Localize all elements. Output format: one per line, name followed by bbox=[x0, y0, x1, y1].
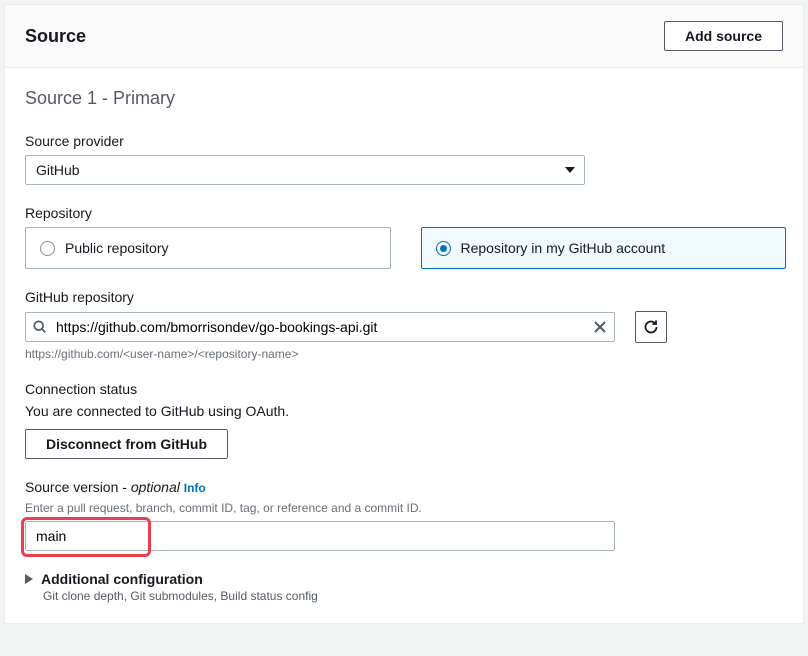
github-repository-input[interactable] bbox=[25, 312, 615, 342]
source-provider-label: Source provider bbox=[25, 133, 783, 149]
panel-title: Source bbox=[25, 26, 86, 47]
github-repository-label: GitHub repository bbox=[25, 289, 783, 305]
repository-field: Repository Public repository Repository … bbox=[25, 205, 783, 269]
refresh-button[interactable] bbox=[635, 311, 667, 343]
github-repository-field: GitHub repository bbox=[25, 289, 783, 361]
panel-header: Source Add source bbox=[5, 5, 803, 68]
connection-status-field: Connection status You are connected to G… bbox=[25, 381, 783, 459]
disconnect-button[interactable]: Disconnect from GitHub bbox=[25, 429, 228, 459]
panel-body: Source 1 - Primary Source provider GitHu… bbox=[5, 68, 803, 623]
radio-public-repository[interactable]: Public repository bbox=[25, 227, 391, 269]
source-provider-select[interactable]: GitHub bbox=[25, 155, 585, 185]
info-link[interactable]: Info bbox=[184, 481, 206, 495]
add-source-button[interactable]: Add source bbox=[664, 21, 783, 51]
source-version-input[interactable] bbox=[25, 521, 615, 551]
source-version-hint: Enter a pull request, branch, commit ID,… bbox=[25, 501, 783, 515]
source-section-heading: Source 1 - Primary bbox=[25, 88, 783, 109]
additional-configuration: Additional configuration Git clone depth… bbox=[25, 571, 783, 603]
clear-icon[interactable] bbox=[593, 320, 607, 334]
additional-configuration-sub: Git clone depth, Git submodules, Build s… bbox=[43, 589, 783, 603]
github-repo-hint: https://github.com/<user-name>/<reposito… bbox=[25, 347, 783, 361]
source-version-field: Source version - optional Info Enter a p… bbox=[25, 479, 783, 551]
source-version-label: Source version - optional Info bbox=[25, 479, 783, 495]
caret-right-icon bbox=[25, 574, 33, 584]
search-icon bbox=[33, 320, 47, 334]
source-provider-field: Source provider GitHub bbox=[25, 133, 783, 185]
connection-status-label: Connection status bbox=[25, 381, 783, 397]
source-panel: Source Add source Source 1 - Primary Sou… bbox=[4, 4, 804, 624]
radio-icon bbox=[40, 241, 55, 256]
radio-icon bbox=[436, 241, 451, 256]
radio-my-account-repository[interactable]: Repository in my GitHub account bbox=[421, 227, 787, 269]
radio-label: Public repository bbox=[65, 240, 169, 256]
connection-status-text: You are connected to GitHub using OAuth. bbox=[25, 403, 783, 419]
additional-configuration-toggle[interactable]: Additional configuration bbox=[25, 571, 783, 587]
repository-label: Repository bbox=[25, 205, 783, 221]
additional-configuration-label: Additional configuration bbox=[41, 571, 203, 587]
radio-label: Repository in my GitHub account bbox=[461, 240, 666, 256]
